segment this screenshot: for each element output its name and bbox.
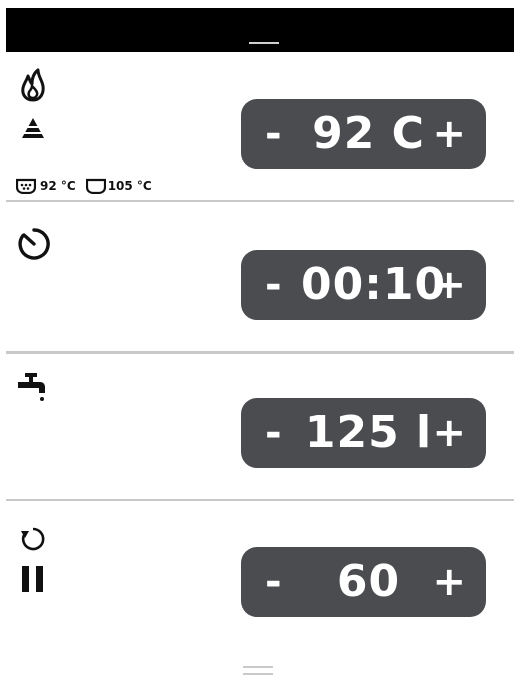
cycles-stepper[interactable]: - 60 +: [241, 547, 486, 617]
heat-level-icon: [22, 118, 44, 138]
temperature-stepper[interactable]: - 92 C +: [241, 99, 486, 169]
temperature-a: 92 °C: [40, 179, 76, 193]
repeat-icon: [21, 527, 45, 551]
pause-icon: [22, 566, 43, 592]
increase-temperature-button[interactable]: +: [432, 99, 466, 169]
decrease-cycles-button[interactable]: -: [265, 547, 282, 617]
top-drag-handle[interactable]: [249, 42, 279, 44]
temperature-b: 105 °C: [107, 179, 152, 193]
top-bar: [6, 8, 514, 52]
increase-water-button[interactable]: +: [432, 398, 466, 468]
water-value: 125 l: [304, 407, 433, 458]
decrease-temperature-button[interactable]: -: [265, 99, 282, 169]
faucet-icon: [18, 373, 45, 401]
divider: [6, 200, 514, 202]
timer-stepper[interactable]: - 00:10 +: [241, 250, 486, 320]
decrease-water-button[interactable]: -: [265, 398, 282, 468]
increase-cycles-button[interactable]: +: [432, 547, 466, 617]
kettle-icon: [85, 178, 106, 194]
cycles-value: 60: [336, 556, 401, 607]
flame-icon: [21, 68, 45, 102]
pot-icon: [16, 178, 36, 194]
divider: [6, 499, 514, 501]
temperature-info: 92 °C 105 °C: [16, 176, 162, 196]
timer-value: 00:10: [301, 259, 447, 310]
bottom-drag-handle[interactable]: [243, 666, 273, 680]
timer-icon: [18, 228, 50, 260]
decrease-timer-button[interactable]: -: [265, 250, 282, 320]
water-stepper[interactable]: - 125 l +: [241, 398, 486, 468]
increase-timer-button[interactable]: +: [432, 250, 466, 320]
divider: [6, 351, 514, 354]
temperature-value: 92 C: [312, 108, 425, 159]
